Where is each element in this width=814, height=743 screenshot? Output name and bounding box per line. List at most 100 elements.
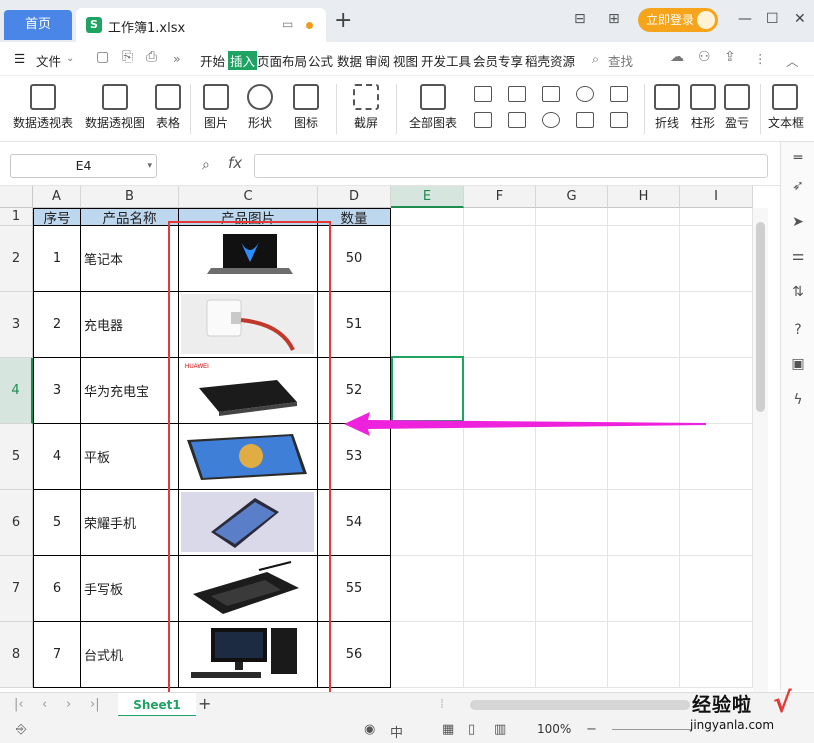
close-icon[interactable]: ✕ [794,12,806,26]
empty-cell[interactable] [536,226,608,292]
menu-data[interactable]: 数据 [337,51,362,70]
page-layout-view-icon[interactable]: ▯ [468,722,475,737]
empty-cell[interactable] [608,292,680,358]
first-sheet-icon[interactable]: |‹ [14,697,24,712]
empty-cell[interactable] [608,490,680,556]
empty-cell[interactable] [608,622,680,688]
document-tab[interactable]: S 工作簿1.xlsx ▭ [76,8,326,42]
pivot-table-button[interactable]: 数据透视表 [10,84,76,131]
combo-chart-icon[interactable] [508,112,526,128]
cell-name[interactable]: 充电器 [81,292,179,358]
minimize-icon[interactable]: — [738,12,752,26]
empty-cell[interactable] [536,622,608,688]
settings-sliders-icon[interactable]: ⚌ [790,248,806,264]
new-tab-button[interactable]: + [334,10,352,32]
input-method-icon[interactable]: 中 [390,722,403,741]
empty-cell[interactable] [464,208,536,226]
zoom-slider[interactable] [612,729,692,730]
cell-name[interactable]: 手写板 [81,556,179,622]
lightning-icon[interactable]: ϟ [790,392,806,408]
empty-cell[interactable] [680,490,753,556]
name-box[interactable]: E4 ▾ [10,154,157,178]
drag-handle-icon[interactable]: ═ [790,150,806,166]
cell-name[interactable]: 笔记本 [81,226,179,292]
vertical-scrollbar-thumb[interactable] [756,222,765,412]
column-header-i[interactable]: I [680,186,753,208]
window-layout-icon[interactable]: ⊟ [574,11,586,27]
scatter-chart-icon[interactable] [576,112,594,128]
row-header-3[interactable]: 3 [0,292,33,358]
zoom-out-icon[interactable]: − [586,722,597,737]
empty-cell[interactable] [536,490,608,556]
menu-start[interactable]: 开始 [200,51,225,70]
maximize-icon[interactable]: ☐ [766,12,779,26]
cell-no[interactable]: 4 [33,424,81,490]
gallery-icon[interactable]: ▣ [790,356,806,372]
file-menu[interactable]: 文件 [36,51,61,70]
row-header-8[interactable]: 8 [0,622,33,688]
chevron-down-icon[interactable]: ▾ [147,155,152,177]
menu-formulas[interactable]: 公式 [308,51,333,70]
header-cell-name[interactable]: 产品名称 [81,208,179,227]
export-pdf-icon[interactable]: ⎘ [122,49,133,65]
pivot-chart-button[interactable]: 数据透视图 [82,84,148,131]
macro-record-icon[interactable]: ⎆ [16,722,26,737]
empty-cell[interactable] [391,490,464,556]
sparkline-winloss-button[interactable]: 盈亏 [722,84,752,131]
textbox-button[interactable]: 文本框 [768,84,808,131]
normal-view-icon[interactable]: ▦ [442,722,454,737]
cloud-icon[interactable]: ☁ [670,49,684,65]
format-icon[interactable]: ⇅ [790,284,806,300]
empty-cell[interactable] [536,556,608,622]
bar-chart-horizontal-icon[interactable] [508,86,526,102]
cell-no[interactable]: 3 [33,358,81,424]
table-button[interactable]: 表格 [152,84,184,131]
cell-no[interactable]: 2 [33,292,81,358]
column-header-f[interactable]: F [464,186,536,208]
apps-grid-icon[interactable]: ⊞ [608,11,620,27]
chevron-down-icon[interactable]: ⌄ [66,53,74,64]
shape-button[interactable]: 形状 [242,84,278,131]
more-icon[interactable]: ⋮ [754,51,767,66]
empty-cell[interactable] [464,622,536,688]
login-button[interactable]: 立即登录 [638,8,718,32]
picture-button[interactable]: 图片 [198,84,234,131]
screenshot-button[interactable]: 截屏 [348,84,384,131]
row-header-4[interactable]: 4 [0,358,33,424]
next-sheet-icon[interactable]: › [66,697,71,712]
cell-no[interactable]: 7 [33,622,81,688]
empty-cell[interactable] [608,208,680,226]
menu-insert[interactable]: 插入 [228,51,258,70]
zoom-icon[interactable]: ⌕ [202,157,210,173]
empty-cell[interactable] [680,292,753,358]
column-chart-icon[interactable] [474,86,492,102]
add-sheet-icon[interactable]: + [198,694,211,713]
column-header-h[interactable]: H [608,186,680,208]
row-header-6[interactable]: 6 [0,490,33,556]
eye-protection-icon[interactable]: ◉ [364,722,375,737]
sparkline-line-button[interactable]: 折线 [652,84,682,131]
page-break-view-icon[interactable]: ▥ [494,722,506,737]
empty-cell[interactable] [391,226,464,292]
rocket-icon[interactable]: ➶ [790,178,806,194]
select-all-corner[interactable] [0,186,33,208]
horizontal-scrollbar-thumb[interactable] [470,700,690,710]
empty-cell[interactable] [464,226,536,292]
column-header-e[interactable]: E [391,186,464,208]
area-chart-icon[interactable] [474,112,492,128]
menu-page-layout[interactable]: 页面布局 [257,51,307,70]
stock-chart-icon[interactable] [610,86,628,102]
row-header-2[interactable]: 2 [0,226,33,292]
column-header-g[interactable]: G [536,186,608,208]
hamburger-icon[interactable]: ☰ [14,51,25,66]
empty-cell[interactable] [391,556,464,622]
menu-member[interactable]: 会员专享 [473,51,523,70]
empty-cell[interactable] [608,226,680,292]
tab-splitter[interactable]: ⁞ [440,697,444,712]
empty-cell[interactable] [391,292,464,358]
search-icon[interactable]: ⌕ [592,51,599,67]
empty-cell[interactable] [608,556,680,622]
cell-name[interactable]: 荣耀手机 [81,490,179,556]
radar-chart-icon[interactable] [576,86,594,102]
column-header-c[interactable]: C [179,186,318,208]
